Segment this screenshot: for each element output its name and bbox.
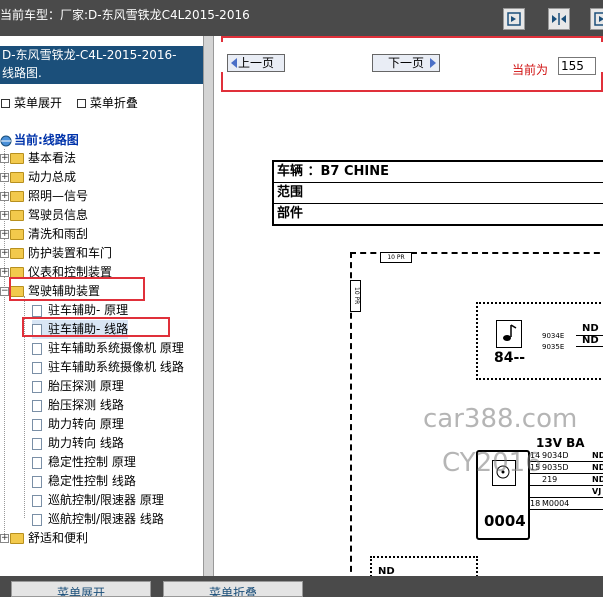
next-page-button[interactable]: 下一页 — [372, 54, 440, 72]
expand-sidebar-button[interactable] — [503, 8, 525, 30]
vehicle-info-table: 车辆 ：B7 CHINE 范围 部件 — [272, 160, 603, 226]
music-note-icon — [496, 320, 522, 348]
frame-side-tag: 10 PR — [350, 280, 361, 312]
folder-icon — [10, 153, 24, 164]
page-icon — [32, 342, 42, 355]
page-icon — [32, 380, 42, 393]
menu-row: 菜单展开 菜单折叠 — [0, 94, 138, 111]
page-icon — [32, 418, 42, 431]
page-icon — [32, 475, 42, 488]
globe-icon — [0, 135, 12, 146]
tree-folder-wipers[interactable]: + 清洗和雨刮 — [0, 225, 88, 244]
highlight-item-box — [22, 317, 170, 337]
tree-leaf[interactable]: 驻车辅助系统摄像机 线路 — [32, 358, 184, 377]
document-title-line1: D-东风雪铁龙-C4L-2015-2016- — [2, 48, 177, 62]
wire-nd: ND — [582, 335, 599, 346]
tree-leaf[interactable]: 巡航控制/限速器 线路 — [32, 510, 164, 529]
expand-plus-icon: + — [0, 210, 9, 220]
wiring-diagram: 车辆 ：B7 CHINE 范围 部件 10 PR 10 PR 84-- 9034… — [214, 116, 603, 596]
diagram-viewer: 上一页 下一页 当前为 车辆 ：B7 CHINE 范围 部件 10 PR 10 … — [214, 36, 603, 596]
page-navigation: 上一页 下一页 当前为 — [214, 42, 603, 77]
page-icon — [32, 361, 42, 374]
sidebar: D-东风雪铁龙-C4L-2015-2016- 线路图. 菜单展开 菜单折叠 当前… — [0, 36, 203, 576]
expand-plus-icon: + — [0, 229, 9, 239]
tree-root-label: 当前:线路图 — [14, 133, 79, 147]
title-bar: 当前车型：厂家:D-东风雪铁龙C4L2015-2016 — [0, 0, 603, 36]
folder-icon — [10, 533, 24, 544]
power-header: 13V BA — [536, 436, 585, 450]
fit-width-button[interactable] — [548, 8, 570, 30]
fullscreen-button[interactable] — [590, 8, 603, 30]
tree-folder-driver-info[interactable]: + 驾驶员信息 — [0, 206, 88, 225]
collapse-minus-icon: − — [0, 286, 9, 296]
folder-icon — [10, 248, 24, 259]
frame-tag: 10 PR — [380, 252, 412, 263]
expand-square-icon — [1, 99, 10, 108]
expand-plus-icon: + — [0, 153, 9, 163]
tree-root[interactable]: 当前:线路图 — [0, 131, 79, 148]
tree-leaf[interactable]: 稳定性控制 线路 — [32, 472, 136, 491]
wire-nd: ND — [582, 323, 599, 334]
expand-plus-icon: + — [0, 191, 9, 201]
vehicle-title: 当前车型：厂家:D-东风雪铁龙C4L2015-2016 — [0, 8, 250, 22]
page-icon — [32, 494, 42, 507]
watermark-site: car388.com — [423, 404, 578, 434]
tree-folder-powertrain[interactable]: + 动力总成 — [0, 168, 76, 187]
scope-row: 范围 — [274, 183, 603, 204]
splitter[interactable] — [203, 36, 214, 576]
folder-icon — [10, 191, 24, 202]
tree-folder-lighting[interactable]: + 照明—信号 — [0, 187, 88, 206]
tree-leaf[interactable]: 驻车辅助系统摄像机 原理 — [32, 339, 184, 358]
prev-page-button[interactable]: 上一页 — [227, 54, 285, 72]
folder-icon — [10, 172, 24, 183]
watermark-code: CY2016 — [442, 448, 542, 478]
current-page-label: 当前为 — [512, 63, 549, 77]
vehicle-row: 车辆 ：B7 CHINE — [274, 162, 603, 183]
document-title: D-东风雪铁龙-C4L-2015-2016- 线路图. — [0, 46, 203, 84]
panel-right-icon — [507, 12, 521, 26]
bottom-bar: 菜单展开 菜单折叠 — [0, 576, 603, 597]
tree-leaf[interactable]: 助力转向 原理 — [32, 415, 124, 434]
pin-label: 9034E — [542, 332, 565, 340]
component-box-84: 84-- 9034E 9035E ND ND — [476, 302, 603, 380]
expand-plus-icon: + — [0, 248, 9, 258]
component-id-84: 84-- — [494, 350, 526, 366]
tree-leaf[interactable]: 巡航控制/限速器 原理 — [32, 491, 164, 510]
collapse-all-link[interactable]: 菜单折叠 — [90, 96, 138, 110]
arrow-right-icon — [430, 58, 436, 68]
tree-leaf[interactable]: 胎压探测 线路 — [32, 396, 124, 415]
folder-icon — [10, 229, 24, 240]
bottom-expand-button[interactable]: 菜单展开 — [11, 581, 151, 597]
pin-label: 9035E — [542, 343, 565, 351]
expand-plus-icon: + — [0, 267, 9, 277]
tree-leaf[interactable]: 稳定性控制 原理 — [32, 453, 136, 472]
page-icon — [32, 399, 42, 412]
expand-plus-icon: + — [0, 533, 9, 543]
component-row: 部件 — [277, 206, 304, 221]
current-page-input[interactable] — [558, 57, 596, 75]
tree-folder-doors[interactable]: + 防护装置和车门 — [0, 244, 112, 263]
fit-width-icon — [552, 13, 566, 25]
collapse-square-icon — [76, 99, 86, 108]
tree-folder-comfort[interactable]: + 舒适和便利 — [0, 529, 88, 548]
bottom-collapse-button[interactable]: 菜单折叠 — [163, 581, 303, 597]
tree-leaf[interactable]: 胎压探测 原理 — [32, 377, 124, 396]
page-icon — [32, 304, 42, 317]
component-id-0004: 0004 — [484, 512, 526, 530]
arrow-left-icon — [231, 58, 237, 68]
fullscreen-icon — [594, 12, 603, 26]
page-icon — [32, 513, 42, 526]
tree-leaf[interactable]: 助力转向 线路 — [32, 434, 124, 453]
document-title-line2: 线路图. — [2, 66, 42, 80]
page-icon — [32, 456, 42, 469]
expand-plus-icon: + — [0, 172, 9, 182]
page-icon — [32, 437, 42, 450]
expand-all-link[interactable]: 菜单展开 — [14, 96, 62, 110]
highlight-folder-box — [9, 277, 145, 301]
folder-icon — [10, 210, 24, 221]
tree-folder-basic[interactable]: + 基本看法 — [0, 149, 76, 168]
